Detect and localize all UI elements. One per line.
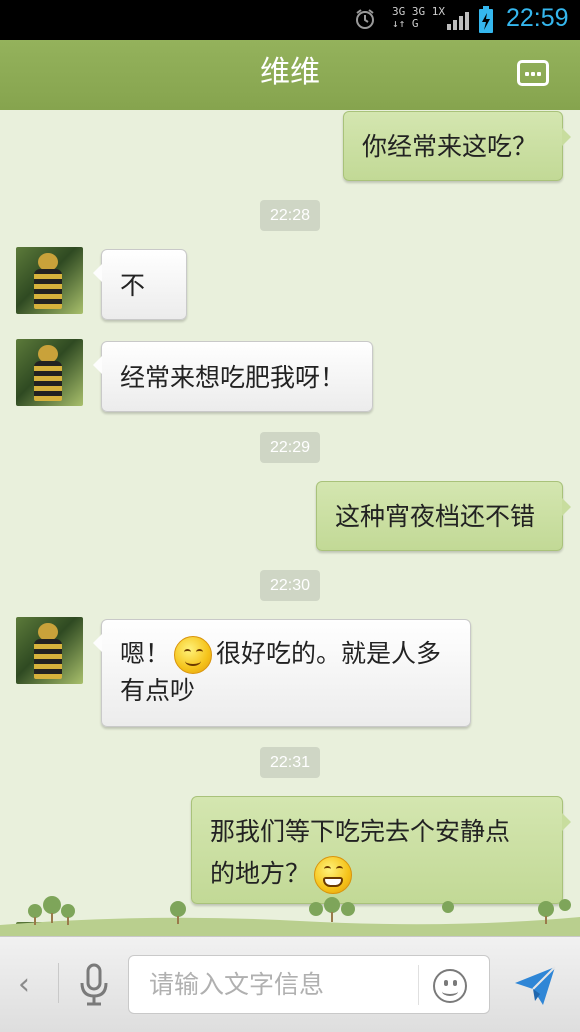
- send-icon[interactable]: [513, 963, 557, 1007]
- message-text: 你经常来这吃？: [362, 132, 538, 161]
- message-bubble-incoming[interactable]: 经常来想吃肥我呀！: [93, 341, 373, 412]
- smiley-icon[interactable]: [433, 969, 467, 1003]
- message-input-placeholder: 请输入文字信息: [149, 970, 325, 999]
- timestamp: 22:30: [260, 570, 320, 601]
- alarm-icon: [356, 9, 374, 29]
- message-text: 那我们等下吃完去个安静点: [210, 817, 511, 846]
- smile-emoji-icon: [174, 636, 213, 674]
- status-bar: 3G 3G 1X ↓↑ G 22:59: [0, 0, 580, 40]
- timestamp: 22:31: [260, 747, 320, 778]
- microphone-icon[interactable]: [78, 963, 110, 1007]
- battery-charging-icon: [479, 6, 493, 33]
- input-bar: ‹ 请输入文字信息: [0, 936, 580, 1032]
- message-text: 经常来想吃肥我呀！: [120, 363, 346, 392]
- message-text: 很好吃的。就是人多: [216, 639, 442, 668]
- avatar[interactable]: [16, 617, 83, 684]
- signal-icon: [447, 12, 469, 30]
- divider: [418, 965, 419, 1005]
- avatar[interactable]: [16, 247, 83, 314]
- chat-header: 维维: [0, 40, 580, 116]
- timestamp: 22:28: [260, 200, 320, 231]
- more-options-icon[interactable]: [517, 60, 549, 86]
- message-bubble-outgoing[interactable]: 你经常来这吃？: [343, 111, 571, 181]
- background-scenery: [0, 896, 580, 937]
- timestamp: 22:29: [260, 432, 320, 463]
- network-text-bottom: ↓↑ G: [392, 17, 419, 30]
- message-text: 这种宵夜档还不错: [335, 502, 536, 531]
- message-text: 的地方？: [210, 859, 311, 888]
- divider: [58, 963, 59, 1003]
- network-indicator: 3G 3G 1X ↓↑ G: [392, 6, 445, 30]
- message-text: 嗯！: [120, 639, 171, 668]
- message-text: 有点吵: [120, 676, 196, 705]
- chevron-left-icon[interactable]: ‹: [18, 967, 30, 1002]
- message-bubble-incoming[interactable]: 不是: [93, 249, 187, 371]
- message-bubble-outgoing[interactable]: 这种宵夜档还不错: [316, 481, 571, 551]
- message-list[interactable]: 你经常来这吃？ 22:28 不是 经常来想吃肥我呀！ 22:29 这种宵夜档还不…: [0, 110, 580, 936]
- message-bubble-incoming[interactable]: 嗯！ 很好吃的。就是人多 有点吵: [93, 619, 471, 727]
- status-time: 22:59: [506, 4, 569, 32]
- message-bubble-outgoing[interactable]: 那我们等下吃完去个安静点 的地方？: [191, 796, 571, 904]
- contact-name: 维维: [260, 55, 320, 90]
- avatar[interactable]: [16, 339, 83, 406]
- grin-emoji-icon: [314, 856, 353, 894]
